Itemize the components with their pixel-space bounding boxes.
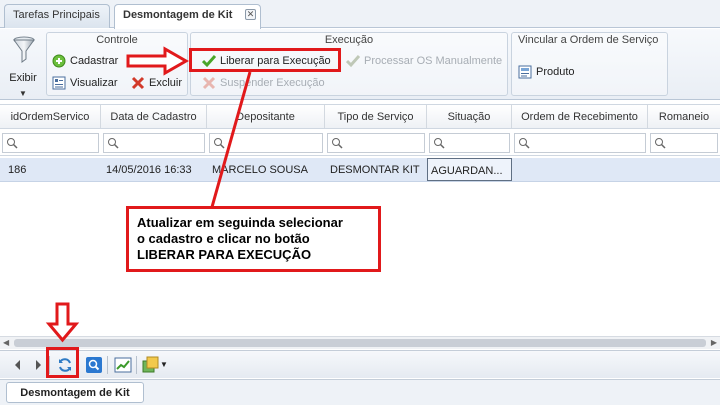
grid-header: idOrdemServico Data de Cadastro Deposita… xyxy=(0,104,720,129)
chevron-down-icon: ▼ xyxy=(19,89,27,98)
grid-filter-row xyxy=(0,130,720,156)
check-icon xyxy=(346,55,360,68)
cell-ordem-recebimento[interactable] xyxy=(514,158,646,181)
callout-line-1: Atualizar em seguinda selecionar xyxy=(137,215,343,230)
cell-tipo-servico[interactable]: DESMONTAR KIT xyxy=(330,158,426,181)
tab-tarefas-principais[interactable]: Tarefas Principais xyxy=(4,4,110,28)
toolbar-separator xyxy=(136,356,137,374)
export-icon[interactable] xyxy=(142,356,160,374)
bottom-tab-bar: Desmontagem de Kit xyxy=(0,379,720,405)
filter-ordem-recebimento[interactable] xyxy=(514,133,646,153)
search-icon xyxy=(655,138,666,149)
filter-data-cadastro[interactable] xyxy=(103,133,205,153)
search-icon xyxy=(519,138,530,149)
instruction-callout: Atualizar em seguinda selecionar o cadas… xyxy=(126,206,381,272)
chevron-down-icon[interactable]: ▼ xyxy=(160,360,168,369)
chart-icon[interactable] xyxy=(114,356,132,374)
bottom-tab-desmontagem-de-kit[interactable]: Desmontagem de Kit xyxy=(6,382,144,403)
column-header-ordem-recebimento[interactable]: Ordem de Recebimento xyxy=(512,105,648,128)
column-header-situacao[interactable]: Situação xyxy=(427,105,512,128)
scroll-right-icon[interactable]: ▶ xyxy=(711,338,717,347)
alterar-label: Alterar xyxy=(147,55,180,67)
scroll-left-icon[interactable]: ◀ xyxy=(3,338,9,347)
visualizar-label: Visualizar xyxy=(70,77,118,89)
grid-toolbar: ▼ xyxy=(0,350,720,378)
delete-x-icon xyxy=(202,76,216,90)
funnel-icon xyxy=(13,36,35,63)
vincular-group: Vincular a Ordem de Serviço Produto xyxy=(511,32,668,96)
edit-icon xyxy=(129,55,142,67)
search-icon xyxy=(214,138,225,149)
close-icon[interactable]: ✕ xyxy=(245,9,256,20)
column-header-data-cadastro[interactable]: Data de Cadastro xyxy=(101,105,207,128)
product-form-icon xyxy=(518,65,532,79)
tab-desmontagem-de-kit[interactable]: Desmontagem de Kit ✕ xyxy=(114,4,261,29)
table-row[interactable]: 186 14/05/2016 16:33 MARCELO SOUSA DESMO… xyxy=(0,158,720,182)
search-icon xyxy=(434,138,445,149)
column-header-idordemservico[interactable]: idOrdemServico xyxy=(0,105,101,128)
toolbar-separator xyxy=(107,356,108,374)
suspender-label: Suspender Execução xyxy=(220,77,325,89)
cell-depositante[interactable]: MARCELO SOUSA xyxy=(212,158,324,181)
processar-label: Processar OS Manualmente xyxy=(364,55,503,67)
filter-romaneio[interactable] xyxy=(650,133,718,153)
filter-situacao[interactable] xyxy=(429,133,510,153)
tab-label: Tarefas Principais xyxy=(13,9,100,21)
filter-idordemservico[interactable] xyxy=(2,133,99,153)
cell-romaneio[interactable] xyxy=(650,158,718,181)
cell-idordemservico[interactable]: 186 xyxy=(8,158,100,181)
search-icon xyxy=(332,138,343,149)
callout-line-3: LIBERAR PARA EXECUÇÃO xyxy=(137,247,312,262)
form-view-icon xyxy=(52,76,66,90)
highlight-liberar-button xyxy=(189,48,341,72)
produto-label: Produto xyxy=(536,66,575,78)
column-header-romaneio[interactable]: Romaneio xyxy=(648,105,720,128)
zoom-search-icon[interactable] xyxy=(85,356,103,374)
cell-data-cadastro[interactable]: 14/05/2016 16:33 xyxy=(106,158,206,181)
callout-line-2: o cadastro e clicar no botão xyxy=(137,231,310,246)
cell-situacao[interactable]: AGUARDAN... xyxy=(427,158,512,181)
controle-group-title: Controle xyxy=(96,34,138,46)
delete-x-icon xyxy=(131,76,145,90)
execucao-group-title: Execução xyxy=(324,34,374,46)
excluir-label: Excluir xyxy=(149,77,183,89)
add-icon xyxy=(52,54,66,68)
highlight-refresh-button xyxy=(46,347,79,378)
main-tab-bar: Tarefas Principais Desmontagem de Kit ✕ xyxy=(0,0,720,29)
horizontal-scrollbar[interactable]: ◀ ▶ xyxy=(0,336,720,349)
filter-depositante[interactable] xyxy=(209,133,323,153)
filter-tipo-servico[interactable] xyxy=(327,133,425,153)
exibir-label: Exibir xyxy=(9,72,37,84)
tab-label: Desmontagem de Kit xyxy=(123,9,233,21)
previous-page-icon[interactable] xyxy=(9,356,27,374)
cadastrar-label: Cadastrar xyxy=(70,55,119,67)
search-icon xyxy=(7,138,18,149)
exibir-button[interactable]: Exibir ▼ xyxy=(5,34,41,98)
next-page-icon[interactable] xyxy=(29,356,47,374)
search-icon xyxy=(108,138,119,149)
scrollbar-thumb[interactable] xyxy=(14,339,706,347)
column-header-tipo-servico[interactable]: Tipo de Serviço xyxy=(325,105,427,128)
column-header-depositante[interactable]: Depositante xyxy=(207,105,325,128)
controle-group: Controle Cadastrar Alterar Visualizar Ex… xyxy=(46,32,188,96)
ribbon-toolbar: Exibir ▼ Controle Cadastrar Alterar Visu… xyxy=(0,29,720,100)
vincular-group-title: Vincular a Ordem de Serviço xyxy=(518,34,659,46)
